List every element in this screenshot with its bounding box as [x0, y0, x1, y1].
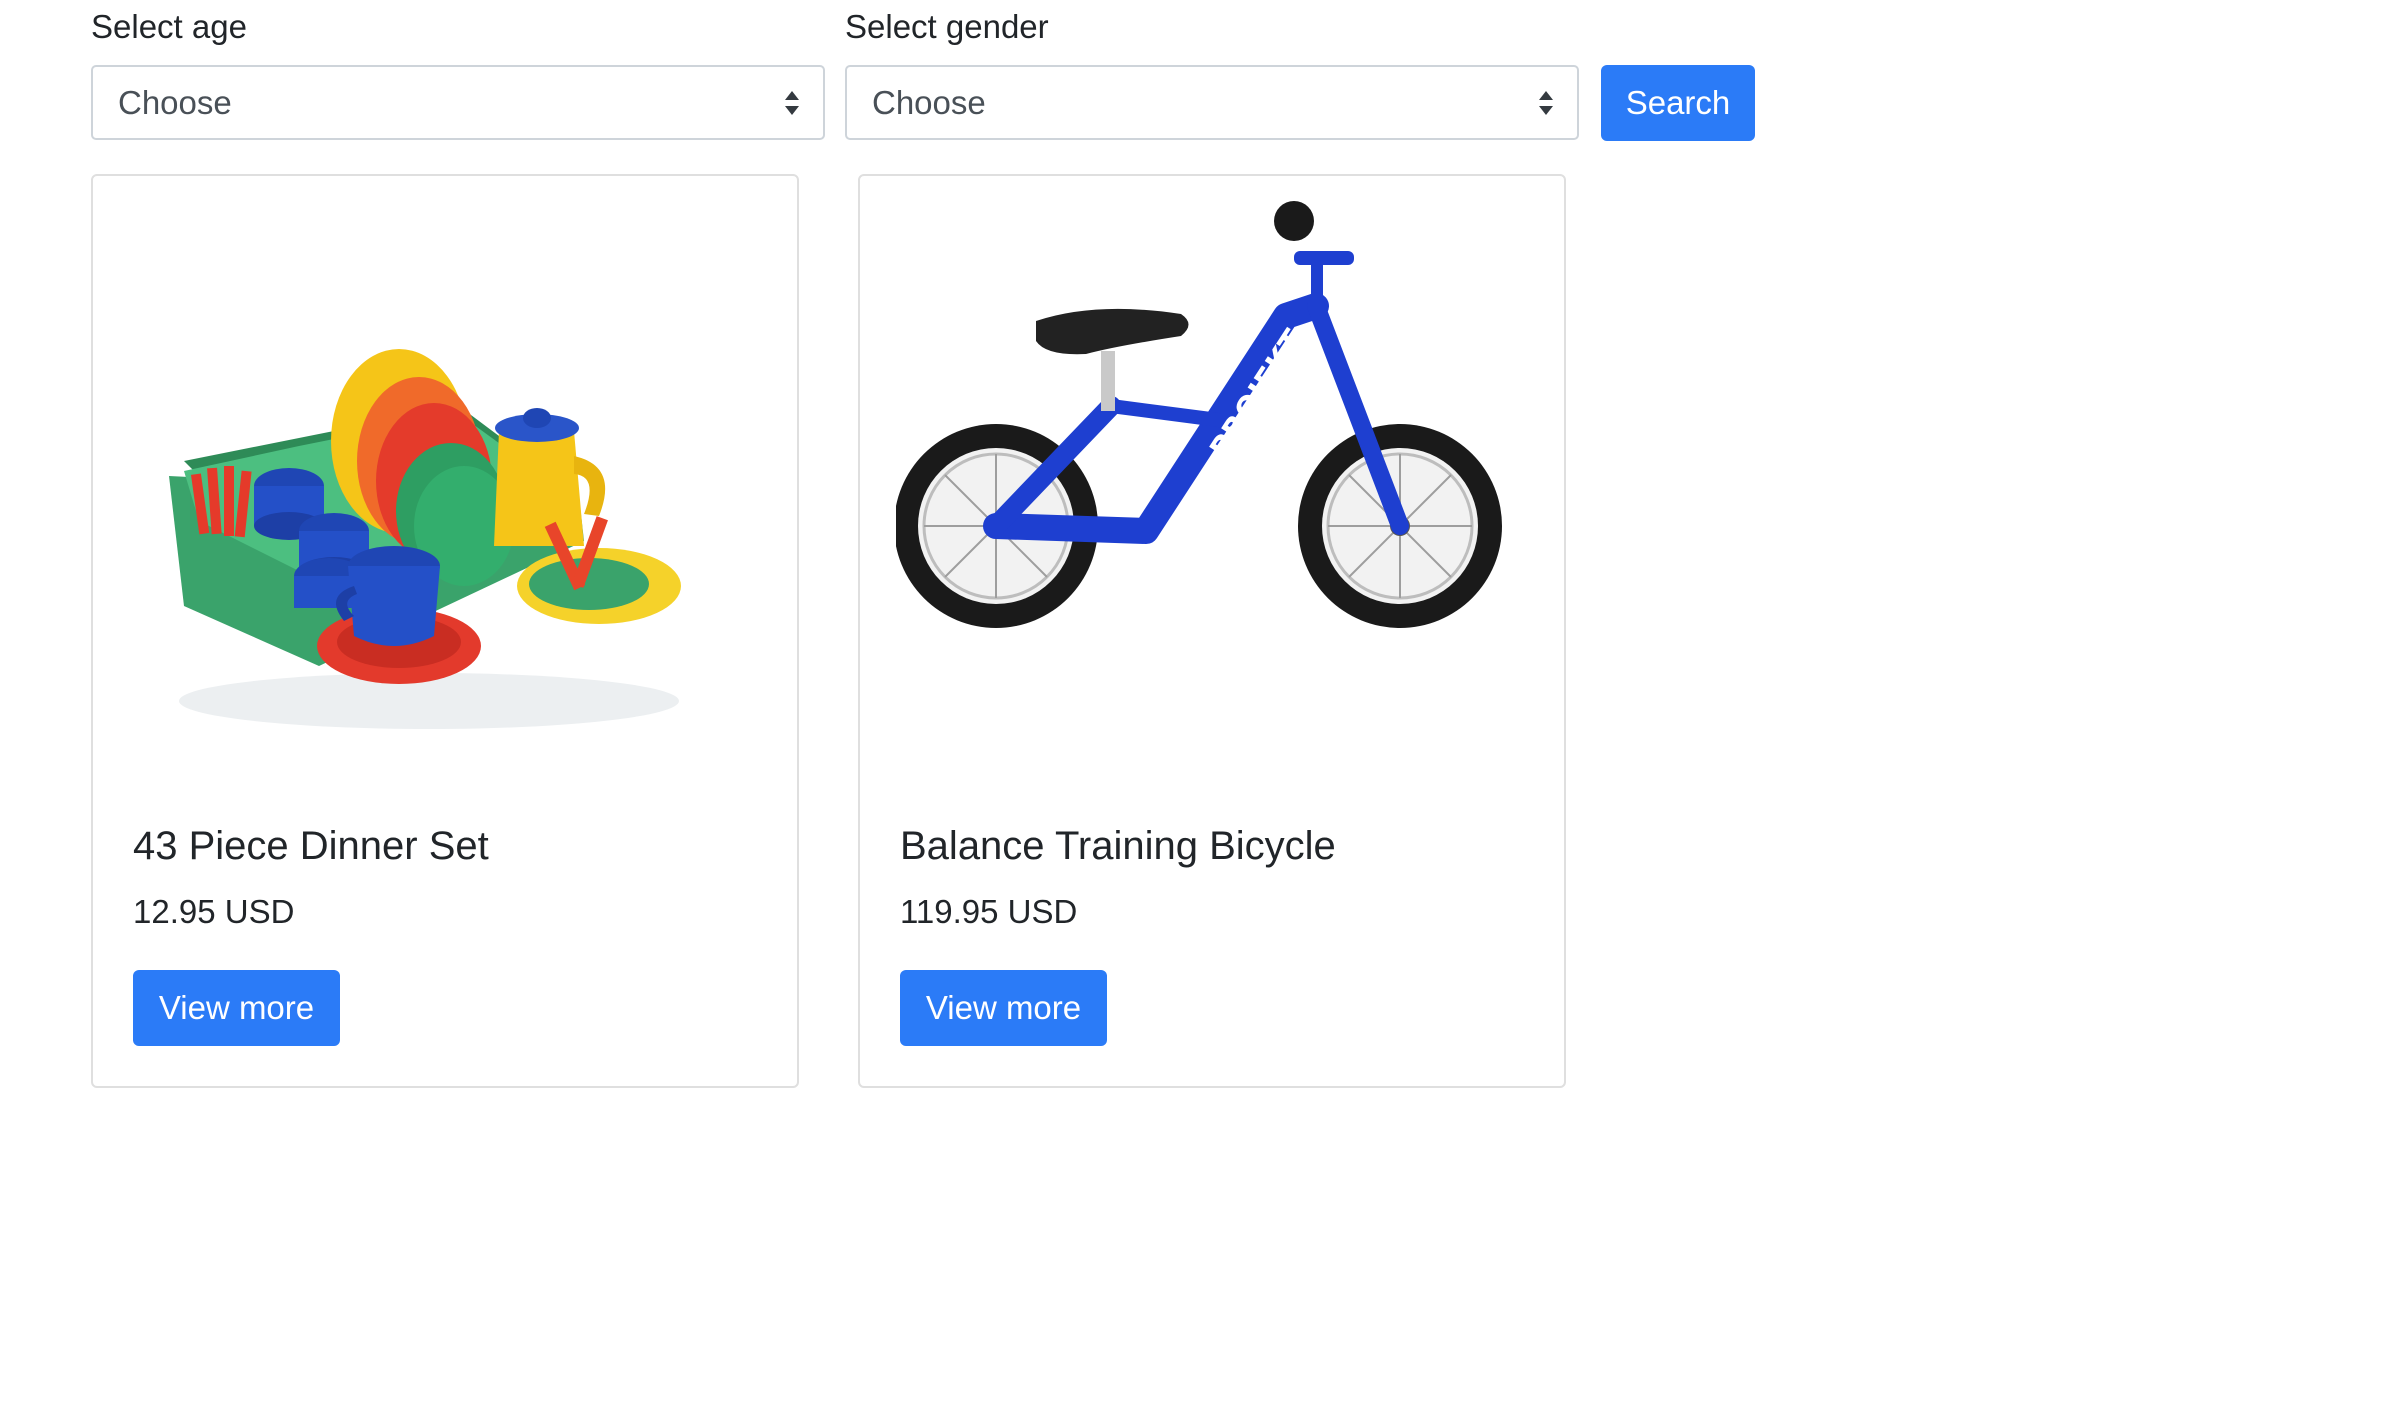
product-search-page: Select age Choose Select gender Choose S… — [0, 0, 2400, 1420]
age-select-value: Choose — [118, 83, 232, 121]
product-card: 43 Piece Dinner Set 12.95 USD View more — [91, 174, 799, 1088]
select-arrows-icon — [1539, 90, 1553, 115]
gender-select-value: Choose — [872, 83, 986, 121]
product-card: PROJEKT Balance Training Bicycle 119.95 … — [858, 174, 1566, 1088]
product-price: 119.95 USD — [900, 893, 1078, 930]
product-price: 12.95 USD — [133, 893, 295, 930]
gender-label: Select gender — [845, 8, 1049, 45]
toy-dinner-set-image — [169, 349, 681, 729]
product-title: Balance Training Bicycle — [900, 824, 1336, 868]
search-button[interactable]: Search — [1601, 65, 1755, 141]
age-label: Select age — [91, 8, 247, 45]
view-more-button[interactable]: View more — [900, 970, 1107, 1046]
gender-select[interactable]: Choose — [845, 65, 1579, 140]
age-select[interactable]: Choose — [91, 65, 825, 140]
product-title: 43 Piece Dinner Set — [133, 824, 489, 868]
blue-balance-bicycle-image: PROJEKT — [896, 201, 1502, 628]
select-arrows-icon — [785, 90, 799, 115]
view-more-button[interactable]: View more — [133, 970, 340, 1046]
